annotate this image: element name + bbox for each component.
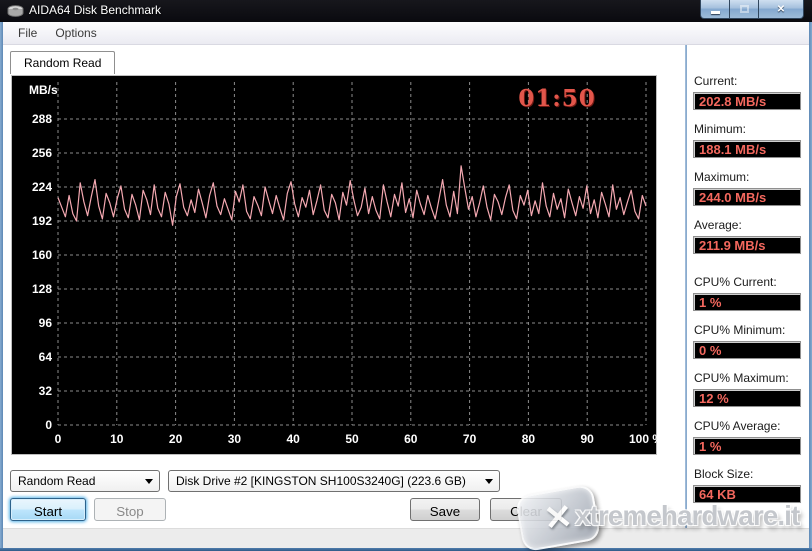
minimize-button[interactable]: [700, 0, 730, 19]
menu-options[interactable]: Options: [46, 23, 105, 43]
stat-label: Current:: [694, 74, 738, 88]
window-controls: ✕: [700, 0, 804, 19]
clear-button[interactable]: Clear: [490, 498, 562, 521]
stat-label: CPU% Average:: [694, 419, 781, 433]
x-tick-label: 100 %: [628, 432, 664, 446]
panel-separator: [685, 45, 687, 528]
y-tick-label: 64: [38, 350, 52, 364]
x-tick-label: 70: [462, 432, 477, 446]
stat-value: 12 %: [693, 389, 801, 407]
y-tick-label: 160: [31, 248, 52, 262]
disk-icon: [7, 5, 24, 17]
x-tick-label: 80: [521, 432, 536, 446]
stat-label: CPU% Maximum:: [694, 371, 789, 385]
status-strip: [3, 528, 809, 548]
stat-value: 1 %: [693, 293, 801, 311]
disk-drive-value: Disk Drive #2 [KINGSTON SH100S3240G] (22…: [176, 474, 466, 488]
menu-file[interactable]: File: [9, 23, 46, 43]
stat-value: 244.0 MB/s: [693, 188, 801, 206]
elapsed-timer: 01:50: [518, 85, 596, 112]
tab-random-read[interactable]: Random Read: [10, 51, 116, 74]
y-tick-label: 128: [31, 282, 52, 296]
stat-label: Minimum:: [694, 122, 747, 136]
disk-drive-select[interactable]: Disk Drive #2 [KINGSTON SH100S3240G] (22…: [168, 470, 500, 492]
x-tick-label: 90: [580, 432, 594, 446]
stat-value: 64 KB: [693, 485, 801, 503]
benchmark-chart: MB/s 288 256 224 192 160 128 96 64 32 0 0 10 20 30 40…: [11, 75, 663, 455]
stat-value: 211.9 MB/s: [693, 236, 801, 254]
chart-canvas: [57, 82, 647, 426]
x-tick-label: 20: [168, 432, 183, 446]
save-button[interactable]: Save: [410, 498, 480, 521]
y-axis-unit: MB/s: [29, 83, 58, 97]
chevron-down-icon: [145, 479, 153, 484]
x-tick-label: 50: [345, 432, 359, 446]
stat-label: Average:: [694, 218, 742, 232]
y-tick-label: 0: [45, 418, 52, 432]
y-tick-label: 256: [31, 146, 52, 160]
stat-value: 0 %: [693, 341, 801, 359]
stat-label: CPU% Current:: [694, 275, 777, 289]
y-tick-label: 32: [38, 384, 52, 398]
stat-label: Block Size:: [694, 467, 754, 481]
window-title: AIDA64 Disk Benchmark: [29, 3, 162, 17]
y-tick-label: 288: [31, 112, 52, 126]
x-tick-label: 10: [110, 432, 124, 446]
minimize-icon: [710, 10, 720, 14]
x-tick-label: 40: [286, 432, 300, 446]
y-tick-label: 96: [38, 316, 52, 330]
close-icon: ✕: [776, 3, 786, 15]
chevron-down-icon: [485, 479, 493, 484]
x-tick-label: 30: [227, 432, 242, 446]
title-bar: AIDA64 Disk Benchmark ✕: [0, 0, 812, 22]
benchmark-type-value: Random Read: [18, 474, 96, 488]
close-button[interactable]: ✕: [759, 0, 804, 19]
x-tick-label: 60: [404, 432, 418, 446]
maximize-button[interactable]: [730, 0, 759, 19]
stat-value: 202.8 MB/s: [693, 92, 801, 110]
y-tick-label: 224: [31, 180, 52, 194]
stat-label: Maximum:: [694, 170, 750, 184]
stat-value: 1 %: [693, 437, 801, 455]
stat-value: 188.1 MB/s: [693, 140, 801, 158]
benchmark-type-select[interactable]: Random Read: [10, 470, 160, 492]
start-button[interactable]: Start: [10, 498, 86, 521]
maximize-icon: [739, 5, 749, 13]
x-tick-label: 0: [54, 432, 62, 446]
stop-button[interactable]: Stop: [94, 498, 166, 521]
y-tick-label: 192: [31, 214, 52, 228]
menu-bar: File Options: [3, 22, 809, 45]
stat-label: CPU% Minimum:: [694, 323, 786, 337]
window-border-left: [0, 22, 3, 548]
app-window: AIDA64 Disk Benchmark ✕ File Options Ran…: [0, 0, 812, 551]
